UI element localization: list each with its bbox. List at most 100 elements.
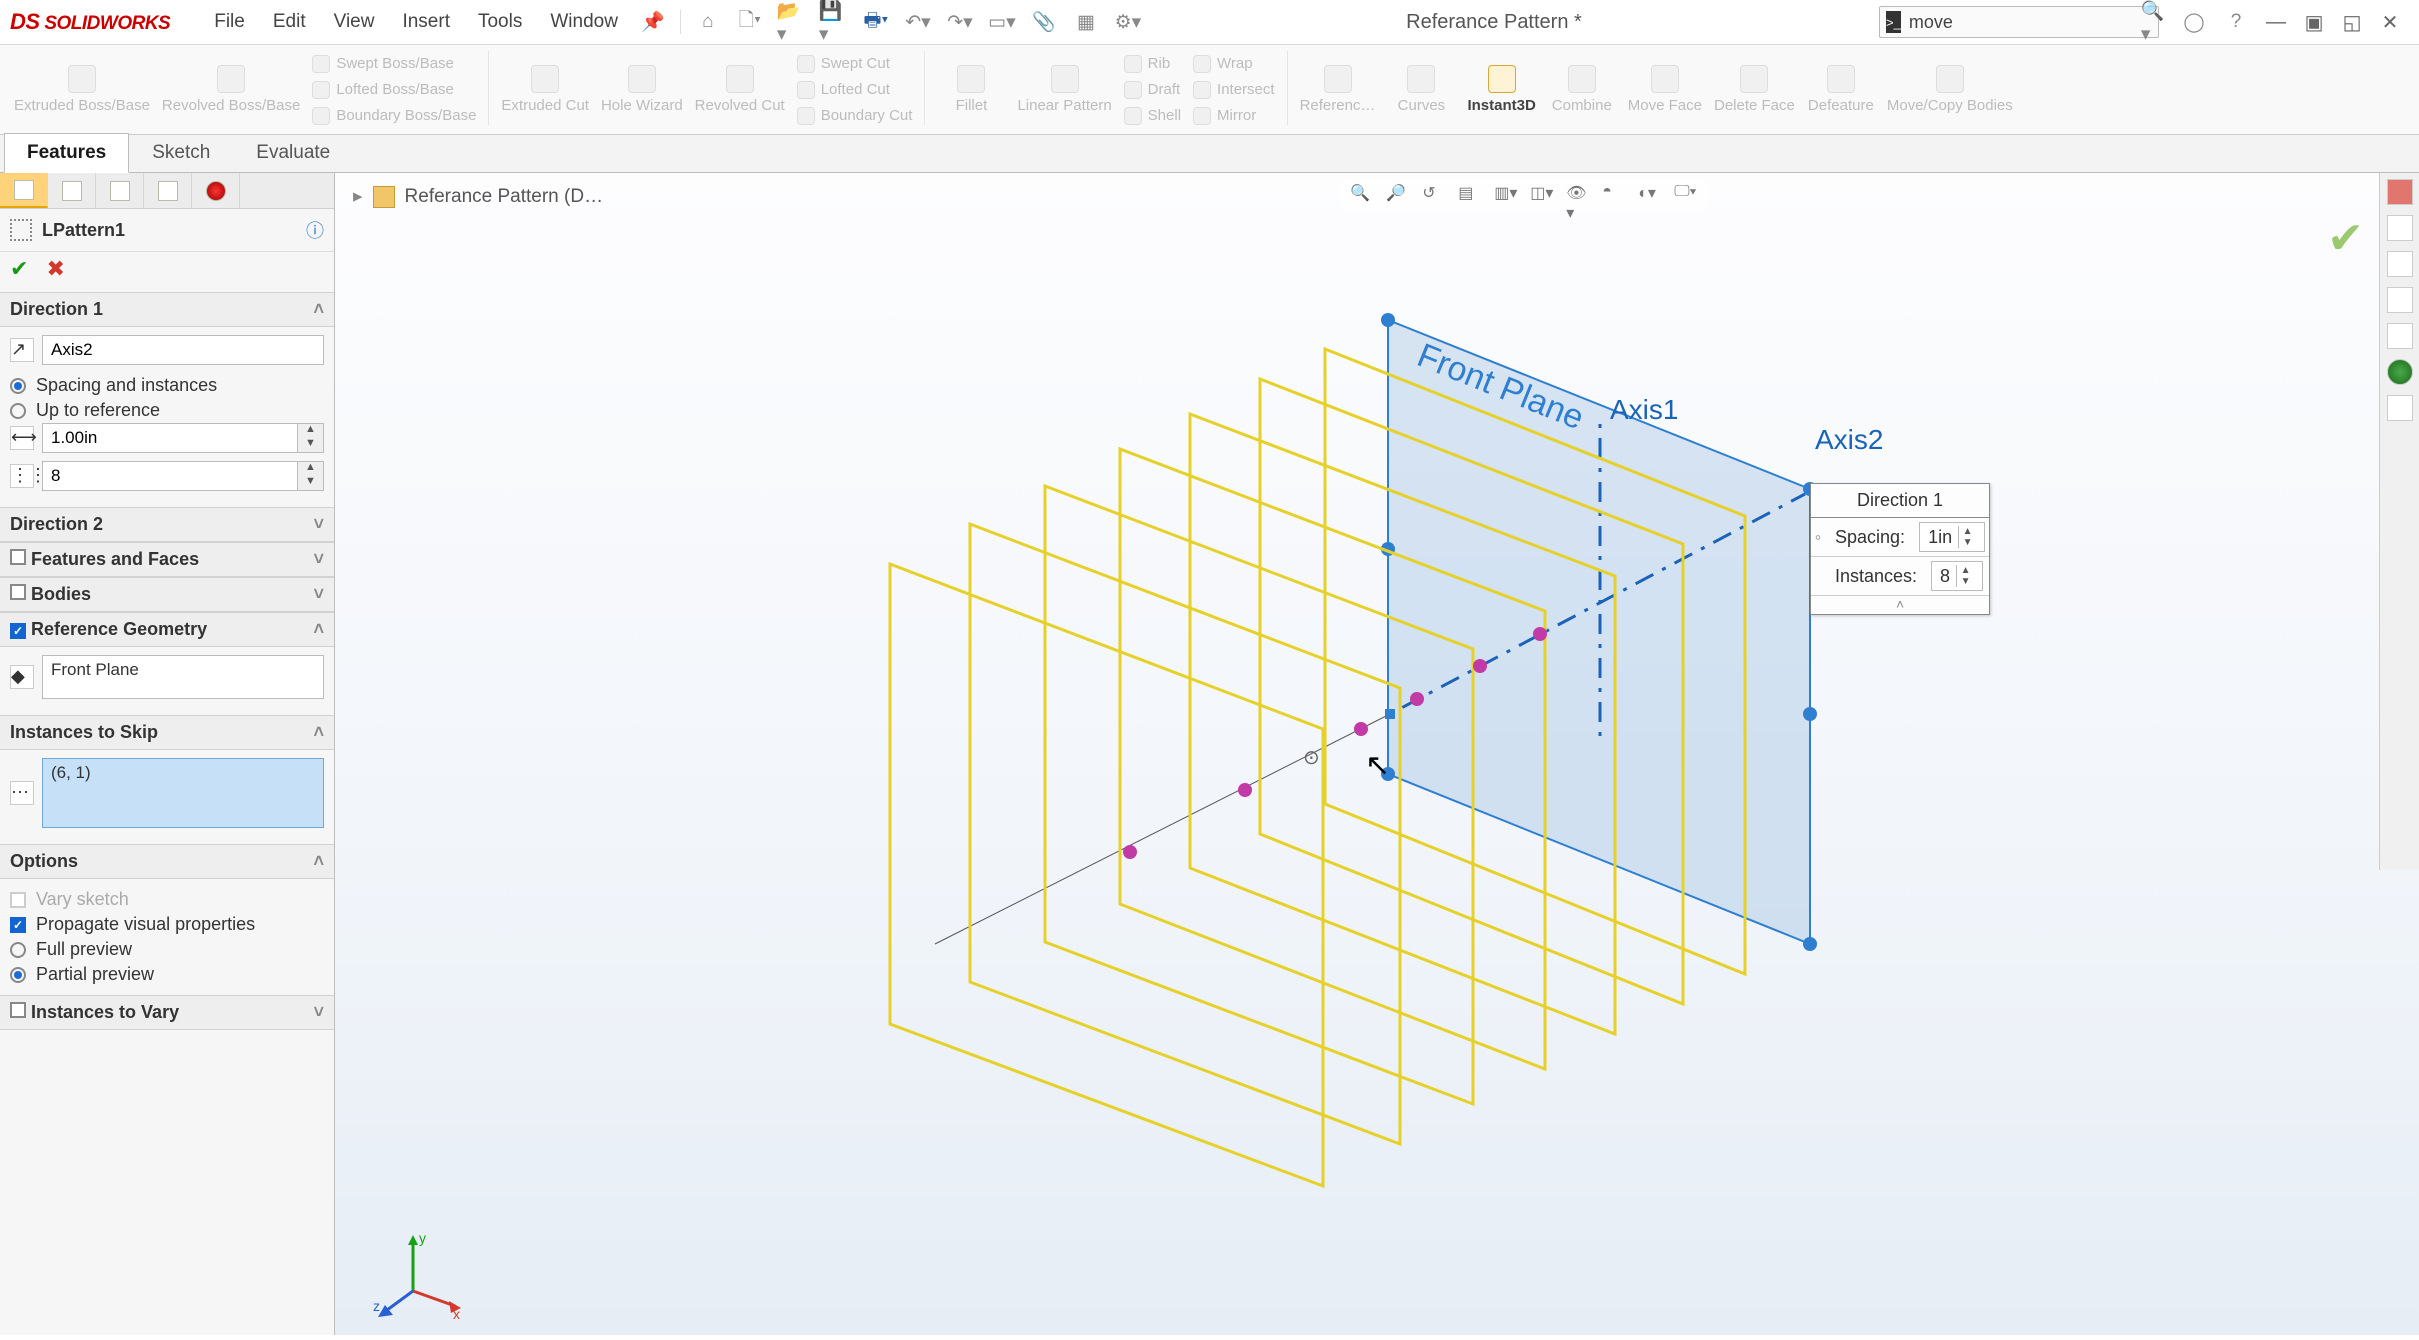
rib-defeature[interactable]: Defeature	[1801, 51, 1881, 129]
edit-appearance-icon[interactable]: ◓	[1602, 183, 1626, 207]
undo-icon[interactable]: ↶▾	[903, 7, 933, 37]
minimize-button[interactable]: —	[2257, 11, 2295, 34]
attach-icon[interactable]: 📎	[1029, 7, 1059, 37]
zoom-fit-icon[interactable]: 🔍	[1350, 183, 1374, 207]
view-orientation-icon[interactable]: ▥▾	[1494, 183, 1518, 207]
checkbox-icon[interactable]	[10, 549, 26, 565]
check-propagate-visual[interactable]: Propagate visual properties	[10, 912, 324, 937]
print-icon[interactable]: 🖶▾	[861, 7, 891, 37]
rib-lofted-cut[interactable]: Lofted Cut	[791, 78, 919, 102]
tab-features[interactable]: Features	[4, 133, 129, 173]
rib-linear-pattern[interactable]: Linear Pattern	[1011, 51, 1117, 129]
menu-file[interactable]: File	[200, 11, 259, 33]
rebuild-icon[interactable]: ▦	[1071, 7, 1101, 37]
taskpane-home-icon[interactable]	[2387, 215, 2413, 241]
flyout-feature-tree[interactable]: ▸ Referance Pattern (D…	[353, 185, 603, 208]
orientation-triad[interactable]: y x z	[373, 1231, 463, 1321]
new-icon[interactable]: 🗋▾	[735, 7, 765, 37]
checkbox-icon[interactable]	[10, 1002, 26, 1018]
command-search[interactable]: >_ 🔍▾	[1879, 6, 2159, 38]
reference-geometry-field[interactable]: Front Plane	[42, 655, 324, 699]
direction1-callout[interactable]: Direction 1 ◦ Spacing: 1in ▲▼ Instances:…	[1810, 483, 1990, 615]
menu-view[interactable]: View	[320, 11, 389, 33]
pm-help-icon[interactable]: ⓘ	[306, 217, 324, 243]
rib-move-face[interactable]: Move Face	[1622, 51, 1708, 129]
maximize-button[interactable]: ◱	[2333, 10, 2371, 35]
callout-spacing-field[interactable]: 1in ▲▼	[1919, 522, 1985, 552]
rib-revolved-cut[interactable]: Revolved Cut	[689, 51, 791, 129]
menu-edit[interactable]: Edit	[259, 11, 320, 33]
previous-view-icon[interactable]: ↺	[1422, 183, 1446, 207]
rib-reference-geom[interactable]: Referenc…	[1294, 51, 1382, 129]
tab-sketch[interactable]: Sketch	[129, 133, 233, 172]
group-instances-to-skip[interactable]: Instances to Skip ˄	[0, 715, 334, 750]
rib-boundary-cut[interactable]: Boundary Cut	[791, 104, 919, 128]
rib-delete-face[interactable]: Delete Face	[1708, 51, 1801, 129]
rib-rib[interactable]: Rib	[1118, 52, 1187, 76]
reverse-direction-icon[interactable]: ↗	[10, 338, 34, 362]
rib-intersect[interactable]: Intersect	[1187, 78, 1281, 102]
rib-mirror[interactable]: Mirror	[1187, 104, 1281, 128]
rib-extruded-boss[interactable]: Extruded Boss/Base	[8, 51, 156, 129]
taskpane-appearances-icon[interactable]	[2387, 395, 2413, 421]
spin-down-icon[interactable]: ▼	[298, 438, 323, 452]
radio-up-to-reference[interactable]: Up to reference	[10, 398, 324, 423]
callout-instances-field[interactable]: 8 ▲▼	[1931, 561, 1983, 591]
help-icon[interactable]: ?	[2221, 7, 2251, 37]
pattern-origin-handle[interactable]	[1385, 709, 1395, 719]
taskpane-resources-icon[interactable]	[2387, 251, 2413, 277]
spacing-spinner[interactable]: ▲▼	[42, 423, 324, 453]
rib-boundary-boss[interactable]: Boundary Boss/Base	[306, 104, 482, 128]
rib-draft[interactable]: Draft	[1118, 78, 1187, 102]
expand-tree-icon[interactable]: ▸	[353, 185, 363, 208]
group-instances-to-vary[interactable]: Instances to Vary ˅	[0, 995, 334, 1030]
rib-swept-cut[interactable]: Swept Cut	[791, 52, 919, 76]
panel-tab-appearances[interactable]	[192, 173, 240, 208]
checkbox-icon[interactable]	[10, 584, 26, 600]
group-reference-geometry[interactable]: Reference Geometry ˄	[0, 612, 334, 647]
tab-evaluate[interactable]: Evaluate	[233, 133, 353, 172]
rib-shell[interactable]: Shell	[1118, 104, 1187, 128]
radio-full-preview[interactable]: Full preview	[10, 937, 324, 962]
rib-move-copy-bodies[interactable]: Move/Copy Bodies	[1881, 51, 2019, 129]
taskpane-design-library-icon[interactable]	[2387, 287, 2413, 313]
spin-up-icon[interactable]: ▲	[298, 462, 323, 476]
search-input[interactable]	[1909, 12, 2141, 33]
instances-spinner[interactable]: ▲▼	[42, 461, 324, 491]
select-icon[interactable]: ▭▾	[987, 7, 1017, 37]
checkbox-icon[interactable]	[10, 623, 26, 639]
group-features-faces[interactable]: Features and Faces ˅	[0, 542, 334, 577]
apply-scene-icon[interactable]: ◐▾	[1638, 183, 1662, 207]
pm-ok-button[interactable]: ✔	[10, 256, 28, 282]
rib-hole-wizard[interactable]: Hole Wizard	[595, 51, 689, 129]
rib-instant3d[interactable]: Instant3D	[1461, 51, 1541, 129]
close-button[interactable]: ✕	[2371, 10, 2409, 35]
section-view-icon[interactable]: ▤	[1458, 183, 1482, 207]
spin-down-icon[interactable]: ▼	[1959, 537, 1976, 548]
rib-extruded-cut[interactable]: Extruded Cut	[495, 51, 595, 129]
menu-tools[interactable]: Tools	[464, 11, 536, 33]
spin-up-icon[interactable]: ▲	[1957, 565, 1974, 576]
group-options[interactable]: Options ˄	[0, 844, 334, 879]
search-icon[interactable]: 🔍▾	[2141, 0, 2165, 46]
taskpane-file-explorer-icon[interactable]	[2387, 323, 2413, 349]
panel-tab-feature-tree[interactable]	[0, 173, 48, 208]
zoom-area-icon[interactable]: 🔎	[1386, 183, 1410, 207]
spin-up-icon[interactable]: ▲	[298, 424, 323, 438]
group-direction1[interactable]: Direction 1 ˄	[0, 292, 334, 327]
menu-insert[interactable]: Insert	[388, 11, 464, 33]
view-settings-icon[interactable]: 🖵▾	[1674, 183, 1698, 207]
graphics-area[interactable]: ▸ Referance Pattern (D… 🔍 🔎 ↺ ▤ ▥▾ ◫▾ 👁▾…	[335, 173, 2419, 1335]
rib-lofted-boss[interactable]: Lofted Boss/Base	[306, 78, 482, 102]
rib-fillet[interactable]: Fillet	[931, 51, 1011, 129]
spin-up-icon[interactable]: ▲	[1959, 526, 1976, 537]
taskpane-close-icon[interactable]	[2387, 179, 2413, 205]
panel-tab-config-manager[interactable]	[96, 173, 144, 208]
save-icon[interactable]: 💾▾	[819, 7, 849, 37]
rib-revolved-boss[interactable]: Revolved Boss/Base	[156, 51, 306, 129]
callout-collapse-icon[interactable]: ˄	[1811, 596, 1989, 614]
user-icon[interactable]: ◯	[2179, 7, 2209, 37]
display-style-icon[interactable]: ◫▾	[1530, 183, 1554, 207]
direction1-axis-field[interactable]	[42, 335, 324, 365]
menu-window[interactable]: Window	[536, 11, 632, 33]
